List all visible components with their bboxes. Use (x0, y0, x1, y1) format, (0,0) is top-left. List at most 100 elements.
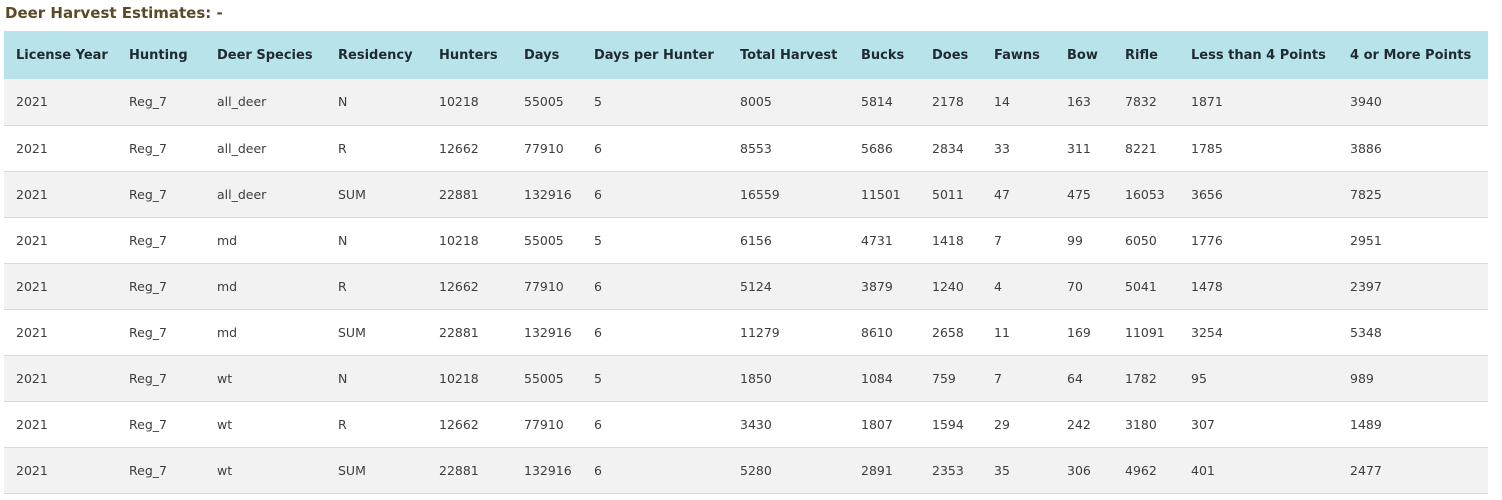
table-cell: 2891 (861, 462, 893, 478)
table-cell: 77910 (524, 278, 564, 294)
column-header-days[interactable]: Days (512, 31, 582, 79)
table-cell: 6 (594, 462, 602, 478)
table-cell: 401 (1191, 462, 1215, 478)
table-cell: 77910 (524, 140, 564, 156)
table-cell: 8221 (1125, 140, 1157, 156)
column-header-less-than-4-points[interactable]: Less than 4 Points (1179, 31, 1338, 79)
table-cell: 163 (1067, 94, 1091, 110)
table-cell: Reg_7 (129, 370, 167, 386)
table-cell: 3430 (740, 416, 772, 432)
table-cell: 5011 (932, 186, 964, 202)
table-cell: 12662 (439, 140, 479, 156)
table-row: 2021 Reg_7 md SUM 22881 132916 6 11279 8… (4, 309, 1488, 355)
table-cell: 242 (1067, 416, 1091, 432)
table-cell: 55005 (524, 94, 564, 110)
table-row: 2021 Reg_7 wt N 10218 55005 5 1850 1084 … (4, 355, 1488, 401)
column-header-deer-species[interactable]: Deer Species (205, 31, 326, 79)
table-cell: md (217, 324, 238, 340)
table-cell: N (338, 94, 348, 110)
table-row: 2021 Reg_7 md R 12662 77910 6 5124 3879 … (4, 263, 1488, 309)
table-cell: SUM (338, 462, 366, 478)
column-header-residency[interactable]: Residency (326, 31, 427, 79)
column-header-license-year[interactable]: License Year (4, 31, 117, 79)
table-cell: 3879 (861, 278, 893, 294)
table-cell: R (338, 278, 347, 294)
table-cell: 2021 (16, 140, 48, 156)
table-cell: 5 (594, 232, 602, 248)
table-cell: md (217, 278, 238, 294)
table-cell: 47 (994, 186, 1010, 202)
table-cell: Reg_7 (129, 324, 167, 340)
table-cell: 4731 (861, 232, 893, 248)
table-cell: wt (217, 370, 233, 386)
table-cell: 29 (994, 416, 1010, 432)
table-cell: 132916 (524, 462, 572, 478)
table-cell: Reg_7 (129, 278, 167, 294)
table-cell: 6 (594, 186, 602, 202)
table-cell: 1418 (932, 232, 964, 248)
table-cell: all_deer (217, 140, 267, 156)
table-cell: 11501 (861, 186, 901, 202)
column-header-days-per-hunter[interactable]: Days per Hunter (582, 31, 728, 79)
table-cell: 2021 (16, 416, 48, 432)
table-cell: 16053 (1125, 186, 1165, 202)
table-cell: N (338, 232, 348, 248)
table-cell: 132916 (524, 186, 572, 202)
column-header-rifle[interactable]: Rifle (1113, 31, 1179, 79)
column-header-does[interactable]: Does (920, 31, 982, 79)
table-row: 2021 Reg_7 wt SUM 22881 132916 6 5280 28… (4, 447, 1488, 493)
table-cell: 1489 (1350, 416, 1382, 432)
table-cell: N (338, 370, 348, 386)
table-cell: 1240 (932, 278, 964, 294)
table-cell: 99 (1067, 232, 1083, 248)
column-header-4-or-more-points[interactable]: 4 or More Points (1338, 31, 1488, 79)
column-header-fawns[interactable]: Fawns (982, 31, 1055, 79)
column-header-total-harvest[interactable]: Total Harvest (728, 31, 849, 79)
table-cell: 2178 (932, 94, 964, 110)
table-cell: 2021 (16, 94, 48, 110)
table-cell: Reg_7 (129, 462, 167, 478)
column-header-bow[interactable]: Bow (1055, 31, 1113, 79)
table-row: 2021 Reg_7 all_deer R 12662 77910 6 8553… (4, 125, 1488, 171)
table-cell: 5814 (861, 94, 893, 110)
table-cell: 2021 (16, 462, 48, 478)
table-row: 2021 Reg_7 wt R 12662 77910 6 3430 1807 … (4, 401, 1488, 447)
table-cell: 6 (594, 140, 602, 156)
table-cell: 1785 (1191, 140, 1223, 156)
table-cell: 306 (1067, 462, 1091, 478)
table-cell: 70 (1067, 278, 1083, 294)
table-cell: all_deer (217, 94, 267, 110)
table-cell: 10218 (439, 370, 479, 386)
table-row: 2021 Reg_7 all_deer N 10218 55005 5 8005… (4, 79, 1488, 125)
column-header-hunters[interactable]: Hunters (427, 31, 512, 79)
table-cell: 7825 (1350, 186, 1382, 202)
table-cell: 12662 (439, 416, 479, 432)
column-header-hunting[interactable]: Hunting (117, 31, 205, 79)
table-cell: Reg_7 (129, 94, 167, 110)
table-cell: SUM (338, 324, 366, 340)
table-cell: 6 (594, 324, 602, 340)
table-cell: 10218 (439, 94, 479, 110)
table-cell: 2021 (16, 370, 48, 386)
table-cell: 22881 (439, 186, 479, 202)
table-cell: 5686 (861, 140, 893, 156)
table-cell: 55005 (524, 232, 564, 248)
table-cell: 1594 (932, 416, 964, 432)
table-cell: 2021 (16, 232, 48, 248)
table-cell: Reg_7 (129, 232, 167, 248)
page: Deer Harvest Estimates: - License Year H… (0, 0, 1502, 500)
table-cell: 22881 (439, 462, 479, 478)
table-cell: 2021 (16, 324, 48, 340)
table-cell: 6050 (1125, 232, 1157, 248)
table-cell: 95 (1191, 370, 1207, 386)
table-cell: 1850 (740, 370, 772, 386)
table-cell: 2021 (16, 186, 48, 202)
table-cell: 2951 (1350, 232, 1382, 248)
column-header-bucks[interactable]: Bucks (849, 31, 920, 79)
table-cell: 55005 (524, 370, 564, 386)
table-cell: 6 (594, 278, 602, 294)
table-cell: 8553 (740, 140, 772, 156)
table-cell: R (338, 416, 347, 432)
table-cell: 16559 (740, 186, 780, 202)
table-cell: 3254 (1191, 324, 1223, 340)
